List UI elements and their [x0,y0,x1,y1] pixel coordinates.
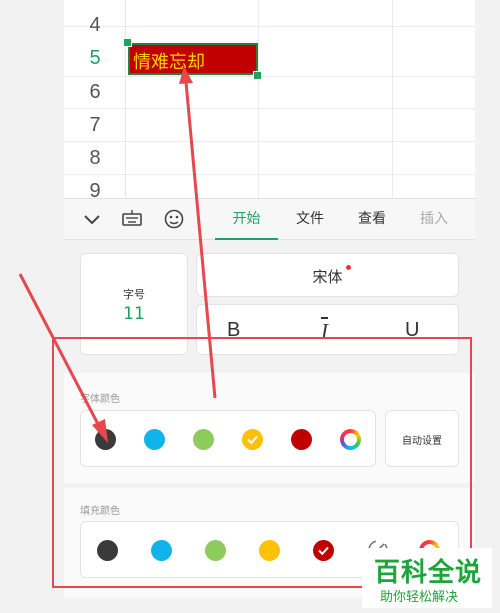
watermark-subtitle: 助你轻松解决 [380,590,459,605]
app-root: 4 5 6 7 8 9 情难忘却 开始 文件 查看 插入 字号 11 宋体 B … [0,0,500,613]
annotation-arrows [18,66,217,443]
watermark-title: 百科全说 [374,558,483,588]
watermark-logo: 百科全说 助你轻松解决 [362,548,492,608]
